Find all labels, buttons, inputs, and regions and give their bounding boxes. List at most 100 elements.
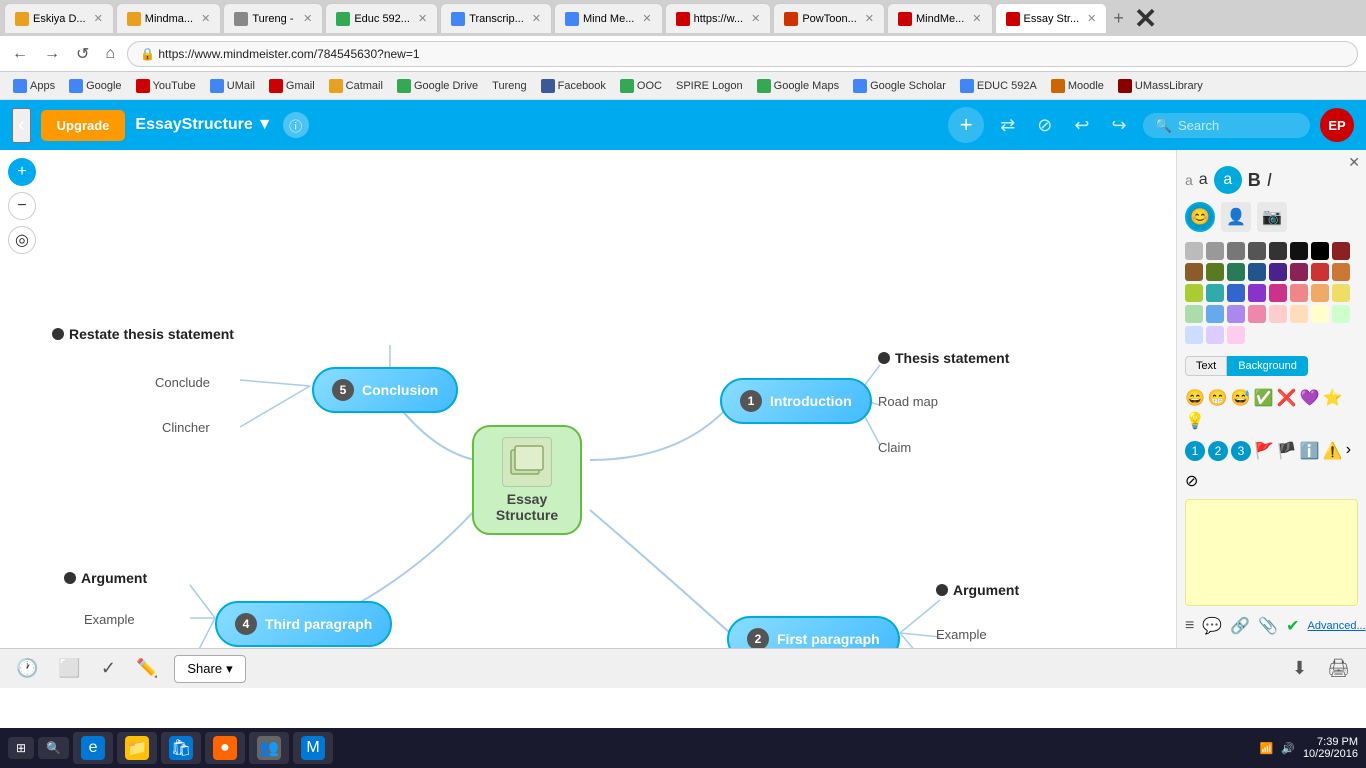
fp-argument-node[interactable]: Argument (936, 582, 1019, 598)
center-node[interactable]: EssayStructure (472, 425, 582, 535)
panel-close-btn[interactable]: ✕ (1348, 154, 1360, 171)
center-map-btn[interactable]: ◎ (8, 226, 36, 254)
emoji-star[interactable]: ⭐ (1323, 388, 1343, 408)
clincher-node[interactable]: Clincher (162, 420, 210, 435)
home-btn[interactable]: ⌂ (101, 43, 119, 65)
metro-btn[interactable]: M (293, 732, 333, 764)
tab-eskiya[interactable]: Eskiya D... ✕ (4, 3, 114, 33)
road-map-node[interactable]: Road map (878, 394, 938, 409)
new-tab-btn[interactable]: + (1113, 9, 1124, 27)
emoji-nervous[interactable]: 😅 (1231, 388, 1251, 408)
tab-close-btn[interactable]: ✕ (418, 12, 427, 25)
tab-essay-active[interactable]: Essay Str... ✕ (995, 3, 1108, 33)
color-swatch[interactable] (1269, 263, 1287, 281)
history-btn[interactable]: 🕐 (12, 654, 42, 683)
emoji-smile[interactable]: 😄 (1185, 388, 1205, 408)
font-bold-btn[interactable]: B (1248, 170, 1261, 191)
conclude-node[interactable]: Conclude (155, 375, 210, 390)
info-btn[interactable]: ⓘ (283, 112, 309, 138)
font-italic-btn[interactable]: I (1267, 170, 1272, 191)
url-bar[interactable]: 🔒 https://www.mindmeister.com/784545630?… (127, 41, 1358, 67)
color-swatch[interactable] (1206, 326, 1224, 344)
claim-node[interactable]: Claim (878, 440, 911, 455)
bm-catmail[interactable]: Catmail (324, 77, 388, 95)
color-swatch[interactable] (1290, 284, 1308, 302)
color-swatch[interactable] (1290, 263, 1308, 281)
font-small-btn[interactable]: a (1185, 172, 1193, 188)
color-swatch[interactable] (1248, 284, 1266, 302)
color-swatch[interactable] (1248, 305, 1266, 323)
background-tab-btn[interactable]: Background (1227, 356, 1308, 376)
color-swatch[interactable] (1269, 284, 1287, 302)
color-swatch[interactable] (1269, 305, 1287, 323)
bm-apps[interactable]: Apps (8, 77, 60, 95)
redo-btn[interactable]: ↪ (1105, 111, 1132, 140)
start-btn[interactable]: ⊞ (8, 737, 34, 759)
share-map-btn[interactable]: ⇄ (994, 111, 1021, 140)
user-avatar[interactable]: EP (1320, 108, 1354, 142)
emoji-3[interactable]: 3 (1231, 441, 1251, 461)
tab-transcript[interactable]: Transcrip... ✕ (440, 3, 552, 33)
color-swatch[interactable] (1290, 242, 1308, 260)
back-btn[interactable]: ← (8, 43, 32, 65)
tab-educ[interactable]: Educ 592... ✕ (325, 3, 438, 33)
color-swatch[interactable] (1332, 242, 1350, 260)
emoji-no[interactable]: ⊘ (1185, 473, 1198, 490)
edge-btn[interactable]: e (73, 732, 113, 764)
zoom-out-btn[interactable]: − (8, 192, 36, 220)
bm-tureng[interactable]: Tureng (487, 78, 531, 94)
color-swatch[interactable] (1332, 305, 1350, 323)
color-swatch[interactable] (1185, 242, 1203, 260)
color-swatch[interactable] (1290, 305, 1308, 323)
tab-mindmap[interactable]: Mindma... ✕ (116, 3, 222, 33)
tab-mindme[interactable]: Mind Me... ✕ (554, 3, 663, 33)
checklist-btn[interactable]: ✓ (97, 654, 120, 683)
bm-gmail[interactable]: Gmail (264, 77, 320, 95)
forward-btn[interactable]: → (40, 43, 64, 65)
font-large-btn[interactable]: a (1214, 166, 1242, 194)
text-tab-btn[interactable]: Text (1185, 356, 1227, 376)
tab-close-btn[interactable]: ✕ (201, 12, 210, 25)
emoji-2[interactable]: 2 (1208, 441, 1228, 461)
reload-btn[interactable]: ↺ (72, 42, 93, 66)
bm-umail[interactable]: UMail (205, 77, 260, 95)
emoji-flag-green[interactable]: 🏴 (1277, 441, 1297, 461)
fullscreen-btn[interactable]: ⬜ (54, 654, 84, 683)
tab-close-btn[interactable]: ✕ (751, 12, 760, 25)
color-swatch[interactable] (1227, 284, 1245, 302)
tab-close-btn[interactable]: ✕ (642, 12, 651, 25)
no-sharing-btn[interactable]: ⊘ (1031, 111, 1058, 140)
color-swatch[interactable] (1248, 263, 1266, 281)
thesis-statement-node[interactable]: Thesis statement (878, 350, 1009, 366)
fp-example-node[interactable]: Example (936, 627, 987, 642)
bm-spire[interactable]: SPIRE Logon (671, 78, 748, 94)
bm-moodle[interactable]: Moodle (1046, 77, 1109, 95)
color-swatch[interactable] (1248, 242, 1266, 260)
share-dropdown[interactable]: Share ▾ (174, 655, 245, 683)
tab-close-btn[interactable]: ✕ (303, 12, 312, 25)
app-back-btn[interactable]: ‹ (12, 108, 31, 143)
tab-close-btn[interactable]: ✕ (532, 12, 541, 25)
color-swatch[interactable] (1227, 326, 1245, 344)
emoji-flag-red[interactable]: 🚩 (1254, 441, 1274, 461)
emoji-warn[interactable]: ⚠️ (1323, 441, 1343, 461)
color-swatch[interactable] (1206, 263, 1224, 281)
format-list-icon[interactable]: ≡ (1185, 617, 1194, 635)
color-swatch[interactable] (1332, 263, 1350, 281)
color-swatch[interactable] (1311, 305, 1329, 323)
search-taskbar-btn[interactable]: 🔍 (38, 737, 69, 759)
undo-btn[interactable]: ↩ (1068, 111, 1095, 140)
tab-tureng[interactable]: Tureng - ✕ (223, 3, 323, 33)
tab-close-btn[interactable]: ✕ (865, 12, 874, 25)
emoji-more[interactable]: › (1346, 441, 1351, 461)
emoji-check-circle[interactable]: ✅ (1254, 388, 1274, 408)
tab-close-btn[interactable]: ✕ (972, 12, 981, 25)
emoji-grin[interactable]: 😁 (1208, 388, 1228, 408)
person-icon-btn[interactable]: 👤 (1221, 202, 1251, 232)
conclusion-node[interactable]: 5 Conclusion (312, 367, 458, 413)
color-swatch[interactable] (1227, 305, 1245, 323)
confirm-icon[interactable]: ✔ (1286, 616, 1299, 636)
color-swatch[interactable] (1269, 242, 1287, 260)
unknown-btn[interactable]: ● (205, 732, 245, 764)
color-swatch[interactable] (1227, 242, 1245, 260)
